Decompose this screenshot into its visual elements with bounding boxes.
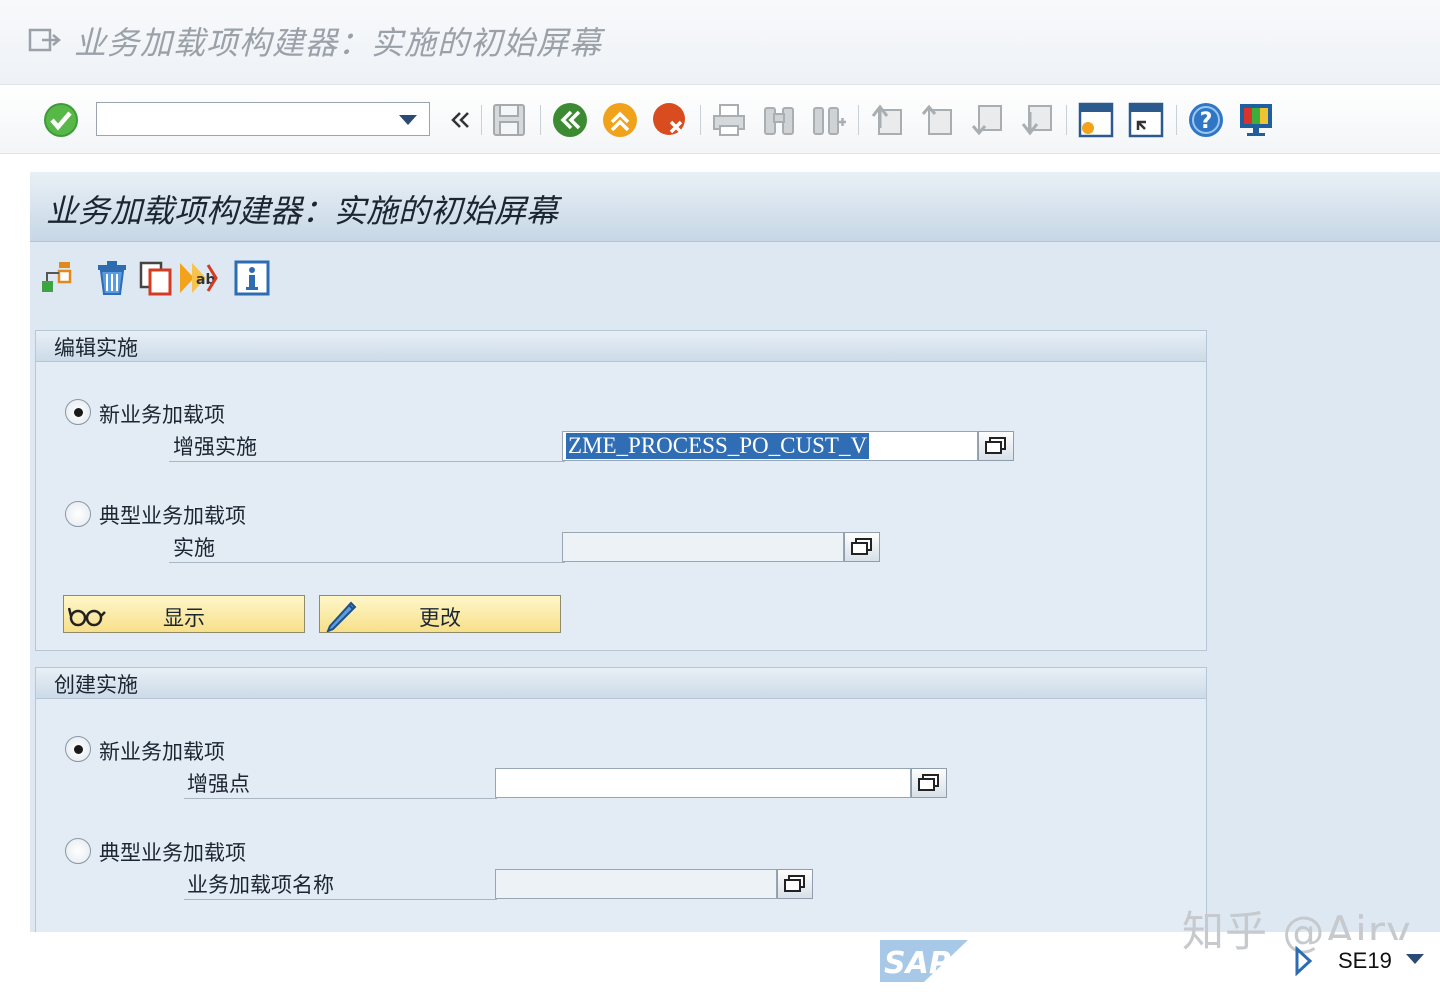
delete-icon[interactable] xyxy=(92,258,132,298)
print-icon[interactable] xyxy=(710,101,748,139)
enter-icon[interactable] xyxy=(42,101,80,139)
help-icon[interactable]: ? xyxy=(1187,101,1225,139)
enhancement-impl-value: ZME_PROCESS_PO_CUST_V xyxy=(566,433,870,459)
enhancement-spot-label: 增强点 xyxy=(184,768,497,799)
next-page-icon[interactable] xyxy=(968,101,1006,139)
double-chevron-left-icon[interactable] xyxy=(441,101,479,139)
radio-classic-badi-label: 典型业务加载项 xyxy=(99,504,246,528)
value-help-icon[interactable] xyxy=(844,532,880,562)
previous-page-icon[interactable] xyxy=(918,101,956,139)
group-title: 创建实施 xyxy=(54,673,138,697)
window-title: 业务加载项构建器：实施的初始屏幕 xyxy=(74,24,603,62)
command-field[interactable] xyxy=(96,102,430,136)
copy-icon[interactable] xyxy=(136,258,176,298)
enhancement-impl-field[interactable]: ZME_PROCESS_PO_CUST_V xyxy=(562,431,978,461)
implementation-field[interactable] xyxy=(562,532,844,562)
radio-classic-badi[interactable] xyxy=(65,501,91,527)
badi-name-label: 业务加载项名称 xyxy=(184,869,497,900)
save-icon[interactable] xyxy=(490,101,528,139)
display-button-label: 显示 xyxy=(163,606,205,630)
enhancement-impl-label: 增强实施 xyxy=(169,431,565,462)
svg-text:SAP: SAP xyxy=(884,946,951,981)
radio-new-badi[interactable] xyxy=(65,399,91,425)
radio-classic-badi-label: 典型业务加载项 xyxy=(99,841,246,865)
hierarchy-icon[interactable] xyxy=(38,258,78,298)
first-page-icon[interactable] xyxy=(868,101,906,139)
value-help-icon[interactable] xyxy=(911,768,947,798)
window-title-bar: 业务加载项构建器：实施的初始屏幕 xyxy=(0,0,1440,85)
menu-icon[interactable] xyxy=(28,26,61,58)
layout-icon[interactable] xyxy=(1237,101,1275,139)
edit-implementation-group: 编辑实施 新业务加载项 增强实施 ZME_PROCESS_PO_CUST_V 典… xyxy=(35,330,1207,651)
screen-title: 业务加载项构建器：实施的初始屏幕 xyxy=(46,192,559,230)
enhancement-spot-field[interactable] xyxy=(495,768,911,798)
radio-classic-badi[interactable] xyxy=(65,838,91,864)
display-button[interactable]: 显示 xyxy=(63,595,305,633)
screen-area: 业务加载项构建器：实施的初始屏幕 ab 编辑实施 新业务加载项 增强实施 ZME… xyxy=(30,172,1440,932)
application-toolbar: ab xyxy=(30,242,1440,314)
radio-new-badi-label: 新业务加载项 xyxy=(99,403,225,427)
chevron-down-icon[interactable] xyxy=(1406,954,1424,964)
shortcut-icon[interactable] xyxy=(1127,101,1165,139)
new-session-icon[interactable] xyxy=(1077,101,1115,139)
rename-icon[interactable]: ab xyxy=(178,258,218,298)
badi-name-field[interactable] xyxy=(495,869,777,899)
transaction-code-value: SE19 xyxy=(1338,948,1392,973)
create-implementation-group: 创建实施 新业务加载项 增强点 典型业务加载项 业务加载项名称 xyxy=(35,667,1207,932)
standard-toolbar: ? xyxy=(0,85,1440,154)
change-button[interactable]: 更改 xyxy=(319,595,561,633)
chevron-down-icon[interactable] xyxy=(399,115,417,125)
group-header: 编辑实施 xyxy=(36,331,1206,362)
transaction-code[interactable]: SE19 xyxy=(1326,940,1436,982)
implementation-label: 实施 xyxy=(169,532,565,563)
back-icon[interactable] xyxy=(551,101,589,139)
svg-text:?: ? xyxy=(1200,109,1213,134)
play-icon[interactable] xyxy=(1294,945,1314,980)
value-help-icon[interactable] xyxy=(777,869,813,899)
last-page-icon[interactable] xyxy=(1018,101,1056,139)
group-header: 创建实施 xyxy=(36,668,1206,699)
group-title: 编辑实施 xyxy=(54,336,138,360)
radio-new-badi-label: 新业务加载项 xyxy=(99,740,225,764)
value-help-icon[interactable] xyxy=(978,431,1014,461)
exit-icon[interactable] xyxy=(601,101,639,139)
screen-title-bar: 业务加载项构建器：实施的初始屏幕 xyxy=(30,172,1440,242)
change-button-label: 更改 xyxy=(419,606,461,630)
find-icon[interactable] xyxy=(760,101,798,139)
cancel-icon[interactable] xyxy=(651,101,689,139)
info-icon[interactable] xyxy=(232,258,272,298)
sap-logo: SAP xyxy=(880,940,970,986)
radio-new-badi[interactable] xyxy=(65,736,91,762)
find-next-icon[interactable] xyxy=(810,101,848,139)
